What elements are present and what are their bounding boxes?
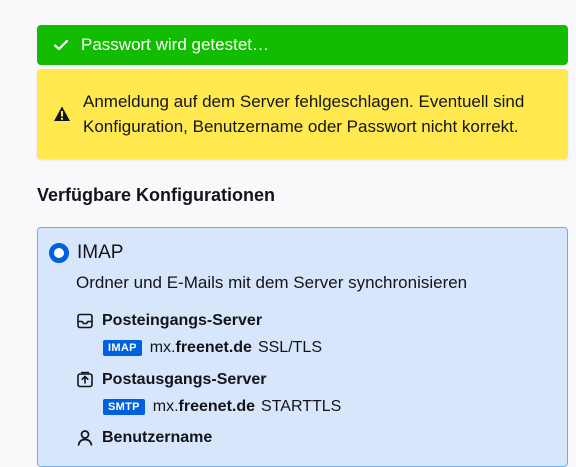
success-notification: Passwort wird getestet… (37, 25, 568, 65)
incoming-server-detail: IMAP mx.freenet.de SSL/TLS (103, 339, 322, 357)
incoming-security: SSL/TLS (257, 339, 322, 356)
outbox-icon (76, 371, 94, 389)
config-radio[interactable] (49, 243, 69, 263)
outgoing-server-detail: SMTP mx.freenet.de STARTTLS (103, 398, 341, 416)
outgoing-host: mx.freenet.de (152, 398, 256, 415)
username-label: Benutzername (102, 429, 213, 446)
config-title: IMAP (77, 242, 124, 263)
warning-message: Anmeldung auf dem Server fehlgeschlagen.… (83, 92, 525, 136)
success-message: Passwort wird getestet… (81, 35, 270, 54)
outgoing-security: STARTTLS (261, 398, 342, 415)
protocol-badge: IMAP (103, 340, 142, 356)
inbox-icon (76, 312, 94, 330)
warning-icon (53, 105, 71, 123)
config-description: Ordner und E-Mails mit dem Server synchr… (76, 273, 468, 292)
protocol-badge: SMTP (103, 399, 145, 415)
outgoing-server-label: Postausgangs-Server (102, 371, 267, 388)
section-title: Verfügbare Konfigurationen (37, 185, 276, 205)
config-option-imap[interactable]: IMAP Ordner und E-Mails mit dem Server s… (37, 227, 568, 467)
incoming-host: mx.freenet.de (149, 339, 252, 356)
incoming-server: Posteingangs-Server (76, 312, 262, 330)
checkmark-icon (53, 37, 69, 53)
user-icon (76, 429, 94, 447)
username-row: Benutzername (76, 429, 212, 447)
incoming-server-label: Posteingangs-Server (102, 312, 263, 329)
outgoing-server: Postausgangs-Server (76, 371, 267, 389)
warning-notification: Anmeldung auf dem Server fehlgeschlagen.… (37, 69, 568, 159)
